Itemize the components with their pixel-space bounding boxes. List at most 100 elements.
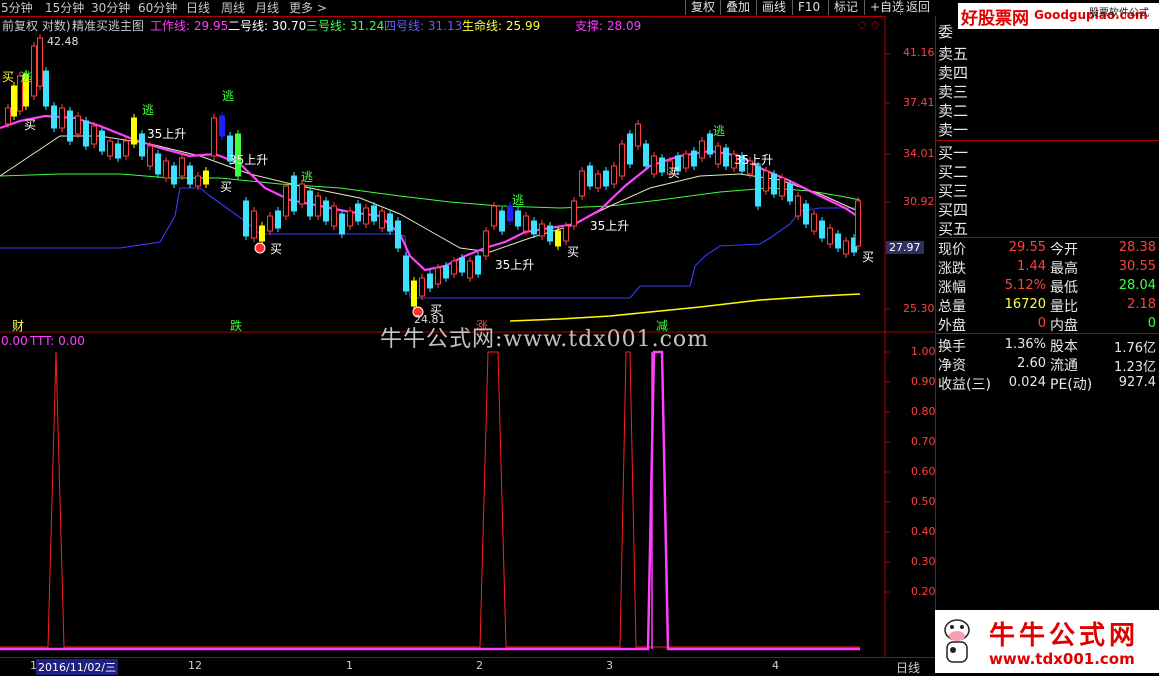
candle-body bbox=[451, 260, 457, 275]
period-15min[interactable]: 15分钟 bbox=[45, 0, 84, 16]
date-tick: 2 bbox=[476, 659, 483, 672]
period-more[interactable]: 更多 > bbox=[289, 0, 327, 16]
period-weekly[interactable]: 周线 bbox=[221, 0, 245, 16]
period-indicator[interactable]: 日线 bbox=[896, 659, 920, 676]
site-logo-bottom: 牛牛公式网 www.tdx001.com bbox=[935, 610, 1159, 673]
candle-body bbox=[659, 157, 665, 173]
escape-signal: 逃 bbox=[301, 170, 314, 184]
sub-tick: 0.70 bbox=[911, 435, 936, 448]
period-30min[interactable]: 30分钟 bbox=[91, 0, 130, 16]
date-axis: 1 2016/11/02/三 12 1 2 3 4 日线 bbox=[0, 657, 935, 676]
logo-tag: 股票软件公式 bbox=[1089, 8, 1149, 19]
candle-body bbox=[275, 210, 281, 229]
candle-body bbox=[855, 200, 861, 247]
period-daily[interactable]: 日线 bbox=[186, 0, 210, 16]
candle-body bbox=[827, 227, 833, 245]
candle-body bbox=[131, 117, 137, 145]
sub-tick: 0.20 bbox=[911, 585, 936, 598]
candle-body bbox=[37, 37, 43, 87]
sell4-label: 卖四 bbox=[938, 64, 969, 82]
fuquan-button[interactable]: 复权 bbox=[685, 0, 720, 15]
info-value: 1.23亿 bbox=[1114, 360, 1156, 375]
period-60min[interactable]: 60分钟 bbox=[138, 0, 177, 16]
quote-label: 涨跌 bbox=[938, 261, 966, 277]
quote-value: 30.55 bbox=[1118, 259, 1156, 274]
candle-body bbox=[139, 133, 145, 157]
info-label: 流通 bbox=[1050, 358, 1078, 374]
quote-label: 最高 bbox=[1050, 261, 1078, 277]
buy5-label: 买五 bbox=[938, 220, 969, 238]
candle-body bbox=[395, 220, 401, 249]
info-value: 1.36% bbox=[1004, 337, 1046, 352]
candle-body bbox=[619, 143, 625, 177]
diamond-icon-2[interactable]: ◇ bbox=[871, 18, 880, 31]
mark-button[interactable]: 标记 bbox=[828, 0, 863, 15]
panel-divider bbox=[936, 140, 1159, 141]
site-logo-top: 好股票网 Goodgupiao.com 股票软件公式 bbox=[958, 2, 1159, 30]
quote-value: 5.12% bbox=[1004, 278, 1046, 293]
candle-body bbox=[555, 230, 561, 247]
candle-body bbox=[171, 165, 177, 185]
candle-body bbox=[539, 223, 545, 237]
candle-body bbox=[547, 225, 553, 242]
quote-value: 1.44 bbox=[1017, 259, 1046, 274]
sub-tick: 0.30 bbox=[911, 555, 936, 568]
escape-signal: 逃 bbox=[713, 124, 726, 138]
candle-body bbox=[779, 177, 785, 197]
candle-body bbox=[595, 173, 601, 189]
quote-value: 2.18 bbox=[1127, 297, 1156, 312]
candle-body bbox=[91, 125, 97, 145]
quote-label: 内盘 bbox=[1050, 318, 1078, 334]
candle-body bbox=[435, 267, 441, 285]
f10-button[interactable]: F10 bbox=[792, 0, 825, 15]
logo2-site: www.tdx001.com bbox=[989, 650, 1135, 668]
period-5min[interactable]: 5分钟 bbox=[1, 0, 33, 16]
quote-value: 0 bbox=[1037, 316, 1046, 331]
price-tick: 30.92 bbox=[903, 195, 935, 208]
overlay-button[interactable]: 叠加 bbox=[720, 0, 755, 15]
period-monthly[interactable]: 月线 bbox=[255, 0, 279, 16]
candle-body bbox=[627, 133, 633, 165]
candle-body bbox=[819, 220, 825, 239]
price-tick: 37.41 bbox=[903, 96, 935, 109]
candle-body bbox=[283, 185, 289, 217]
candle-body bbox=[115, 143, 121, 159]
candle-body bbox=[787, 183, 793, 202]
quote-label: 今开 bbox=[1050, 242, 1078, 258]
candle-body bbox=[467, 260, 473, 279]
die-label: 跌 bbox=[230, 319, 243, 333]
candle-body bbox=[715, 145, 721, 165]
date-tick: 12 bbox=[188, 659, 202, 672]
high-price-label: 42.48 bbox=[47, 35, 79, 48]
candle-body bbox=[355, 203, 361, 222]
ttt-title: TTT: 0.00 bbox=[30, 334, 85, 348]
candle-body bbox=[307, 190, 313, 217]
candle-body bbox=[331, 205, 337, 227]
diamond-icon[interactable]: ◇ bbox=[858, 18, 867, 31]
candle-body bbox=[291, 175, 297, 212]
buy-signal-yellow: 买 bbox=[2, 70, 15, 84]
draw-line-button[interactable]: 画线 bbox=[756, 0, 791, 15]
candle-body bbox=[531, 220, 537, 235]
quote-value: 16720 bbox=[1004, 297, 1046, 312]
escape-signal: 逃 bbox=[512, 193, 525, 207]
candle-body bbox=[771, 173, 777, 195]
candle-body bbox=[403, 255, 409, 292]
ttt-magenta-spike bbox=[0, 350, 860, 651]
candle-body bbox=[419, 277, 425, 297]
sub-axis-ticks bbox=[885, 351, 890, 593]
buy-signal: 买 bbox=[270, 242, 283, 256]
buy-signal: 买 bbox=[24, 118, 37, 132]
candle-body bbox=[723, 147, 729, 167]
candle-body bbox=[563, 225, 569, 242]
candle-body bbox=[67, 110, 73, 142]
candle-body bbox=[763, 170, 769, 192]
sell3-label: 卖三 bbox=[938, 83, 969, 101]
candle-body bbox=[635, 123, 641, 147]
info-label: 净资 bbox=[938, 358, 966, 374]
candle-body bbox=[31, 45, 37, 97]
price-axis bbox=[885, 53, 890, 310]
back-button[interactable]: 返回 bbox=[900, 0, 935, 15]
sub-tick: 1.00 bbox=[911, 345, 936, 358]
candle-body bbox=[491, 205, 497, 227]
